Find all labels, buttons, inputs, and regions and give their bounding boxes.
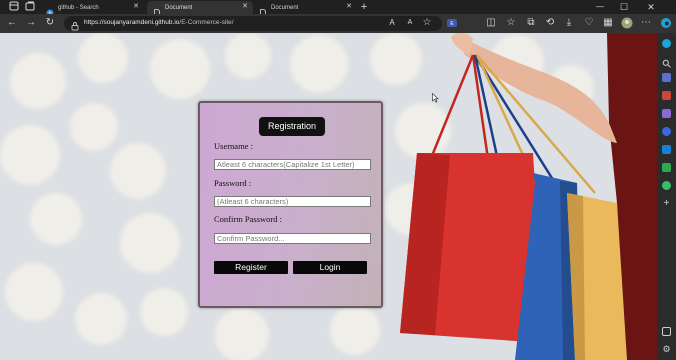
toolbox-icon[interactable]: [662, 91, 671, 100]
add-icon[interactable]: +: [662, 199, 671, 209]
bokeh-light: [225, 33, 271, 79]
bokeh-light: [150, 39, 210, 99]
close-window-button[interactable]: ✕: [645, 1, 657, 13]
document-icon: [259, 4, 267, 17]
more-options-icon[interactable]: ⋯: [640, 17, 652, 29]
bokeh-light: [5, 263, 63, 321]
back-icon[interactable]: ←: [6, 17, 18, 29]
edge-sidebar-icon[interactable]: [660, 17, 672, 29]
bokeh-light: [330, 305, 380, 355]
password-input[interactable]: (Atleast 6 characters): [214, 196, 371, 207]
new-tab-button[interactable]: +: [358, 1, 370, 13]
performance-icon[interactable]: ♡: [583, 17, 595, 29]
mouse-cursor: [432, 93, 439, 103]
outlook-icon[interactable]: [662, 145, 671, 154]
split-screen-icon[interactable]: ◫: [485, 17, 497, 29]
workspaces-icon[interactable]: [8, 1, 20, 13]
forward-icon[interactable]: →: [25, 17, 37, 29]
tab-document-active[interactable]: Document ✕: [147, 1, 253, 17]
translate-icon[interactable]: A: [404, 17, 416, 29]
read-aloud-icon[interactable]: A: [386, 17, 398, 29]
browser-toolbar: ← → ↻ https://soujanyaramdeni.github.io/…: [0, 14, 676, 33]
copilot-icon[interactable]: [662, 39, 671, 48]
url-host: https://soujanyaramdeni.github.io: [84, 19, 180, 26]
tree-icon[interactable]: [662, 181, 671, 190]
lock-icon[interactable]: [70, 18, 80, 31]
bokeh-light: [30, 193, 82, 245]
login-button[interactable]: Login: [293, 261, 367, 274]
bokeh-light: [70, 103, 118, 151]
bokeh-light: [120, 213, 180, 273]
bokeh-light: [215, 308, 269, 360]
drop-icon[interactable]: [662, 163, 671, 172]
bokeh-light: [290, 35, 348, 93]
tab-label: Document: [271, 4, 299, 11]
bokeh-light: [10, 53, 66, 109]
tab-label: github - Search: [58, 4, 99, 11]
password-label: Password :: [214, 178, 252, 188]
close-icon[interactable]: ✕: [242, 3, 248, 11]
edge-sidebar: + ⚙: [657, 33, 676, 360]
settings-gear-icon[interactable]: ⚙: [662, 345, 671, 354]
username-label: Username :: [214, 141, 253, 151]
search-icon[interactable]: [662, 55, 671, 68]
page-viewport: Registration Username : Atleast 6 charac…: [0, 33, 657, 360]
tab-strip: b github - Search ✕ Document ✕ Document …: [0, 0, 676, 17]
maximize-button[interactable]: ☐: [618, 1, 630, 13]
registration-title[interactable]: Registration: [259, 117, 325, 136]
bokeh-light: [140, 288, 188, 336]
bing-icon: b: [46, 4, 54, 17]
bokeh-light: [0, 125, 60, 185]
favorite-star-icon[interactable]: ☆: [421, 17, 433, 29]
tab-document[interactable]: Document ✕: [253, 1, 357, 17]
favorites-icon[interactable]: ☆: [505, 17, 517, 29]
profile-avatar[interactable]: [621, 17, 633, 29]
registration-card: Registration Username : Atleast 6 charac…: [198, 101, 383, 308]
hide-sidebar-icon[interactable]: [662, 327, 671, 336]
address-bar[interactable]: https://soujanyaramdeni.github.io/E-Comm…: [64, 16, 442, 31]
refresh-icon[interactable]: ↻: [44, 17, 56, 29]
tab-github-search[interactable]: b github - Search ✕: [40, 1, 144, 17]
microsoft-365-icon[interactable]: [662, 127, 671, 136]
close-icon[interactable]: ✕: [133, 3, 139, 11]
username-input[interactable]: Atleast 6 characters(Capitalize 1st Lett…: [214, 159, 371, 170]
tab-actions-icon[interactable]: [24, 1, 36, 13]
url-text: https://soujanyaramdeni.github.io/E-Comm…: [84, 19, 234, 26]
copilot-icon[interactable]: ▦: [602, 17, 614, 29]
bokeh-light: [78, 33, 128, 83]
minimize-button[interactable]: —: [594, 1, 606, 13]
games-icon[interactable]: [662, 109, 671, 118]
register-button[interactable]: Register: [214, 261, 288, 274]
shopping-tag-icon[interactable]: [662, 73, 671, 82]
collections-icon[interactable]: ⧉: [525, 17, 537, 29]
bokeh-light: [75, 293, 127, 345]
close-icon[interactable]: ✕: [346, 3, 352, 11]
extension-icon[interactable]: E: [446, 17, 458, 29]
downloads-icon[interactable]: ⤓: [563, 17, 575, 29]
bokeh-light: [110, 143, 166, 199]
confirm-password-label: Confirm Password :: [214, 214, 282, 224]
document-icon: [153, 4, 161, 17]
tab-label: Document: [165, 4, 193, 11]
confirm-password-input[interactable]: Confirm Password...: [214, 233, 371, 244]
history-icon[interactable]: ⟲: [544, 17, 556, 29]
shopping-bags-illustration: [400, 33, 657, 360]
url-path: /E-Commerce-site/: [179, 19, 234, 26]
